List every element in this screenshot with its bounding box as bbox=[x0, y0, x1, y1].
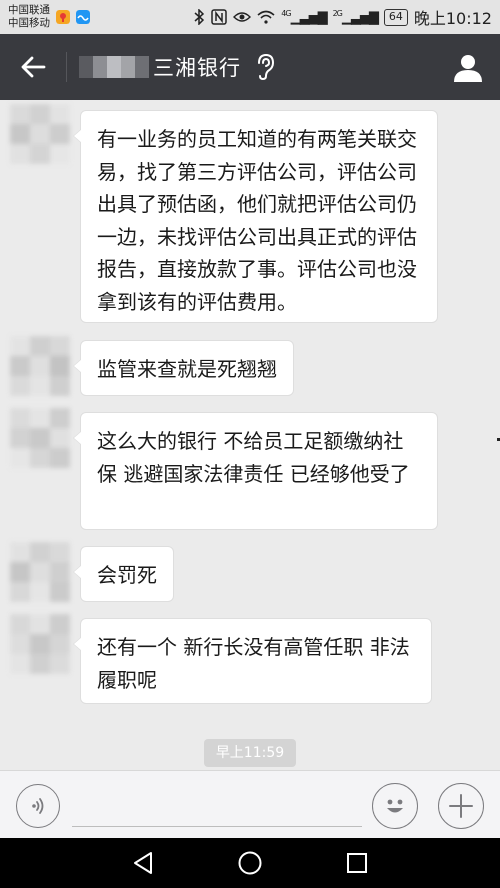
square-recents-icon bbox=[346, 853, 367, 873]
voice-input-button[interactable] bbox=[16, 784, 60, 828]
carrier-1: 中国联通 bbox=[8, 4, 50, 16]
signal-2-icon: 2G▁▃▅▇ bbox=[332, 8, 379, 26]
back-button[interactable] bbox=[0, 34, 66, 100]
message-text: 这么大的银行 不给员工足额缴纳社保 逃避国家法律责任 已经够他受了 bbox=[97, 429, 410, 486]
triangle-back-icon bbox=[134, 852, 153, 874]
message-text: 监管来查就是死翘翘 bbox=[97, 357, 277, 381]
plus-icon bbox=[449, 794, 473, 818]
title-bar: 三湘银行 bbox=[0, 34, 500, 100]
input-bar bbox=[0, 770, 500, 838]
chat-title: 三湘银行 bbox=[153, 56, 241, 80]
emoji-button[interactable] bbox=[372, 783, 418, 829]
circle-home-icon bbox=[238, 851, 262, 875]
nav-home-button[interactable] bbox=[230, 843, 270, 883]
message-bubble[interactable]: 这么大的银行 不给员工足额缴纳社保 逃避国家法律责任 已经够他受了 bbox=[73, 412, 438, 530]
person-icon bbox=[454, 55, 482, 82]
nfc-icon bbox=[211, 9, 228, 25]
chat-area[interactable]: 有一业务的员工知道的有两笔关联交易，找了第三方评估公司，评估公司出具了预估函，他… bbox=[0, 100, 500, 770]
title-divider bbox=[66, 52, 67, 82]
nav-back-button[interactable] bbox=[123, 843, 163, 883]
message-bubble[interactable]: 还有一个 新行长没有高管任职 非法履职呢 bbox=[73, 618, 432, 704]
nav-recents-button[interactable] bbox=[337, 843, 377, 883]
message-bubble[interactable]: 监管来查就是死翘翘 bbox=[73, 340, 294, 396]
message-bubble[interactable]: 有一业务的员工知道的有两笔关联交易，找了第三方评估公司，评估公司出具了预估函，他… bbox=[73, 110, 438, 323]
avatar[interactable] bbox=[10, 408, 70, 468]
smiley-icon bbox=[387, 799, 403, 813]
more-options-button[interactable] bbox=[438, 783, 484, 829]
voice-icon bbox=[32, 798, 44, 814]
system-nav-bar bbox=[0, 838, 500, 888]
arrow-left-icon bbox=[21, 56, 46, 78]
message-timestamp: 早上11:59 bbox=[204, 739, 296, 767]
message-text: 有一业务的员工知道的有两笔关联交易，找了第三方评估公司，评估公司出具了预估函，他… bbox=[97, 127, 417, 314]
wave-app-icon bbox=[76, 10, 90, 24]
status-right: 4G▁▃▅▇ 2G▁▃▅▇ 64 晚上10:12 bbox=[193, 5, 492, 29]
status-time: 晚上10:12 bbox=[413, 9, 492, 28]
carrier-2: 中国移动 bbox=[8, 17, 50, 29]
bluetooth-icon bbox=[194, 9, 205, 25]
status-left: 中国联通 中国移动 bbox=[8, 4, 90, 30]
status-bar: 中国联通 中国移动 4G▁▃▅▇ 2G▁▃▅▇ 64 晚上10:12 bbox=[0, 0, 500, 34]
chat-info-button[interactable] bbox=[450, 50, 486, 86]
earpiece-mode-indicator bbox=[255, 52, 279, 82]
avatar[interactable] bbox=[10, 104, 70, 164]
carrier-info: 中国联通 中国移动 bbox=[8, 4, 50, 30]
message-text: 还有一个 新行长没有高管任职 非法履职呢 bbox=[97, 635, 410, 692]
map-pin-app-icon bbox=[56, 10, 70, 24]
eye-icon bbox=[233, 12, 252, 22]
battery-indicator: 64 bbox=[383, 8, 408, 26]
message-text: 会罚死 bbox=[97, 563, 157, 587]
title-redaction-mosaic bbox=[79, 56, 149, 78]
avatar[interactable] bbox=[10, 336, 70, 396]
avatar[interactable] bbox=[10, 542, 70, 602]
avatar[interactable] bbox=[10, 614, 70, 674]
signal-1-icon: 4G▁▃▅▇ bbox=[281, 8, 327, 26]
message-bubble[interactable]: 会罚死 bbox=[73, 546, 174, 602]
message-input[interactable] bbox=[72, 785, 362, 827]
ear-icon bbox=[258, 53, 275, 81]
wifi-icon bbox=[257, 10, 275, 24]
